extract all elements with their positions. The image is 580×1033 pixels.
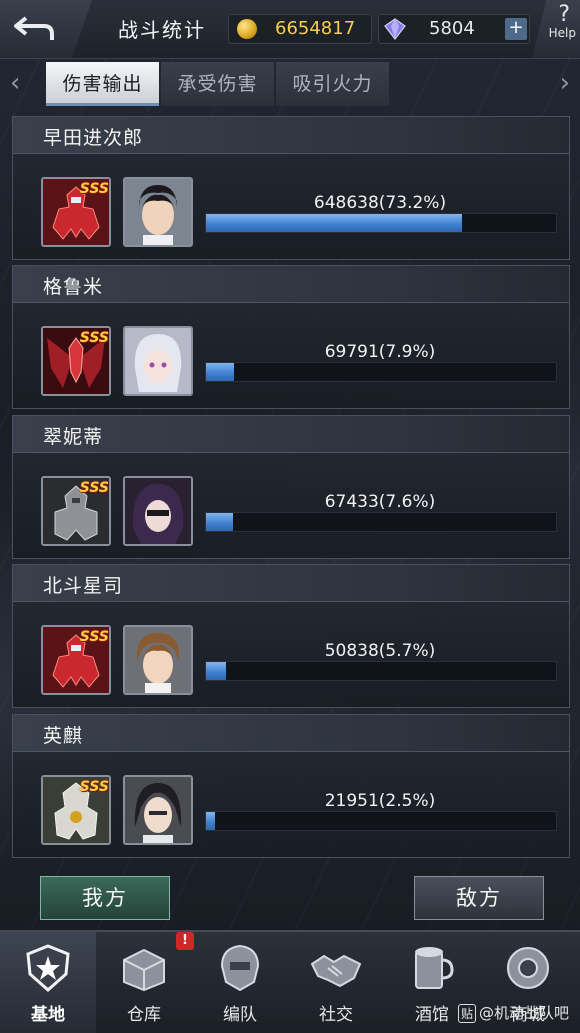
- back-button[interactable]: [0, 0, 92, 58]
- rarity-badge: SSS: [79, 330, 109, 346]
- tab-damage-output[interactable]: 伤害输出: [46, 62, 159, 106]
- rarity-badge: SSS: [79, 779, 109, 795]
- gold-value: 6654817: [275, 18, 356, 39]
- ranking-card: 早田进次郎 SSS 648638(73.2%): [12, 116, 570, 260]
- mech-portrait[interactable]: SSS: [41, 775, 111, 845]
- mech-portrait[interactable]: SSS: [41, 625, 111, 695]
- nav-formation[interactable]: 编队: [192, 932, 288, 1033]
- ranking-card: 英麒 SSS 21951(2.5%): [12, 714, 570, 858]
- nav-label: 社交: [319, 1005, 353, 1025]
- damage-bar: [205, 362, 557, 382]
- handshake-icon: [310, 954, 362, 988]
- watermark-box: 贴: [458, 1004, 477, 1023]
- gold-counter: 6654817: [228, 14, 372, 44]
- tab-aggro[interactable]: 吸引火力: [276, 62, 389, 106]
- help-label: Help: [548, 26, 576, 40]
- damage-value: 67433(7.6%): [324, 492, 436, 512]
- base-icon: [26, 944, 70, 993]
- enemy-team-button[interactable]: 敌方: [414, 876, 544, 920]
- mech-portrait[interactable]: SSS: [41, 476, 111, 546]
- damage-bar-fill: [206, 662, 226, 680]
- rarity-badge: SSS: [79, 480, 109, 496]
- damage-bar-fill: [206, 214, 463, 232]
- mech-portrait[interactable]: SSS: [41, 177, 111, 247]
- damage-bar: [205, 661, 557, 681]
- help-button[interactable]: ? Help: [532, 0, 580, 58]
- nav-base[interactable]: 基地: [0, 932, 96, 1033]
- question-icon: ?: [558, 2, 570, 27]
- warehouse-icon: [123, 948, 165, 992]
- character-name: 北斗星司: [43, 575, 124, 597]
- character-name: 早田进次郎: [43, 127, 144, 149]
- add-gems-button[interactable]: +: [505, 18, 527, 40]
- watermark: 贴 @机动战队吧: [458, 1002, 569, 1023]
- tab-next-arrow-icon[interactable]: ›: [560, 68, 570, 98]
- ranking-card: 格鲁米 SSS 69791(7.9%): [12, 265, 570, 409]
- gem-value: 5804: [429, 18, 475, 39]
- damage-bar: [205, 811, 557, 831]
- damage-value: 50838(5.7%): [324, 641, 436, 661]
- character-name: 格鲁米: [43, 276, 104, 298]
- card-header: 翠妮蒂: [13, 416, 569, 453]
- diamond-icon: [384, 18, 406, 40]
- tab-damage-taken[interactable]: 承受伤害: [161, 62, 274, 106]
- pilot-face-icon: [125, 777, 191, 843]
- rarity-badge: SSS: [79, 181, 109, 197]
- pilot-portrait[interactable]: [123, 326, 193, 396]
- pilot-face-icon: [125, 627, 191, 693]
- pilot-portrait[interactable]: [123, 177, 193, 247]
- ranking-card: 北斗星司 SSS 50838(5.7%): [12, 564, 570, 708]
- damage-bar: [205, 512, 557, 532]
- character-name: 英麒: [43, 725, 84, 747]
- damage-value: 648638(73.2%): [313, 193, 447, 213]
- mech-portrait[interactable]: SSS: [41, 326, 111, 396]
- nav-social[interactable]: 社交: [288, 932, 384, 1033]
- tavern-icon: [415, 947, 454, 989]
- pilot-portrait[interactable]: [123, 476, 193, 546]
- rarity-badge: SSS: [79, 629, 109, 645]
- card-header: 早田进次郎: [13, 117, 569, 154]
- ranking-card: 翠妮蒂 SSS 67433(7.6%): [12, 415, 570, 559]
- nav-label: 基地: [31, 1005, 65, 1025]
- pilot-portrait[interactable]: [123, 625, 193, 695]
- nav-label: 仓库: [127, 1005, 161, 1025]
- back-arrow-icon: [14, 16, 54, 40]
- page-title: 战斗统计: [118, 18, 206, 42]
- nav-label: 编队: [223, 1005, 257, 1025]
- card-header: 英麒: [13, 715, 569, 752]
- shop-icon: [507, 947, 549, 989]
- warehouse-notification-badge: !: [176, 932, 194, 950]
- top-bar: 战斗统计 6654817 5804 + ? Help: [0, 0, 580, 59]
- gem-counter: 5804 +: [378, 14, 530, 44]
- pilot-face-icon: [125, 179, 191, 245]
- card-header: 格鲁米: [13, 266, 569, 303]
- gold-coin-icon: [237, 19, 257, 39]
- formation-icon: [220, 944, 260, 992]
- damage-value: 21951(2.5%): [324, 791, 436, 811]
- pilot-face-icon: [125, 478, 191, 544]
- damage-bar-fill: [206, 513, 233, 531]
- watermark-text: @机动战队吧: [479, 1004, 570, 1022]
- damage-bar-fill: [206, 812, 215, 830]
- card-header: 北斗星司: [13, 565, 569, 602]
- damage-value: 69791(7.9%): [324, 342, 436, 362]
- tab-prev-arrow-icon[interactable]: ‹: [10, 68, 20, 98]
- damage-bar: [205, 213, 557, 233]
- character-name: 翠妮蒂: [43, 426, 104, 448]
- damage-bar-fill: [206, 363, 234, 381]
- pilot-face-icon: [125, 328, 191, 394]
- stats-tabs: 伤害输出 承受伤害 吸引火力: [46, 62, 389, 106]
- our-team-button[interactable]: 我方: [40, 876, 170, 920]
- pilot-portrait[interactable]: [123, 775, 193, 845]
